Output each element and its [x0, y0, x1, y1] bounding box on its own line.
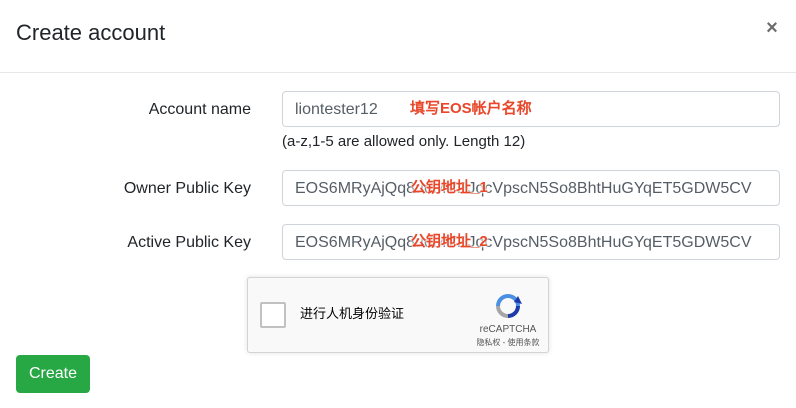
modal-header: Create account ×: [0, 0, 796, 73]
recaptcha-terms-link[interactable]: 隐私权 - 使用条款: [470, 338, 546, 348]
owner-key-input[interactable]: EOS6MRyAjQq8udMVPJqcVpscN5So8BhtHuGYqET5…: [282, 170, 780, 206]
modal-title: Create account: [16, 20, 166, 45]
recaptcha-brand: reCAPTCHA: [479, 324, 537, 335]
recaptcha-widget: 进行人机身份验证 reCAPTCHA 隐私权 - 使用条款: [247, 277, 549, 353]
recaptcha-text: 进行人机身份验证: [300, 306, 405, 321]
account-name-value: liontester12: [295, 101, 378, 118]
owner-key-label: Owner Public Key: [123, 180, 251, 197]
create-account-modal: Create account × Account name liontester…: [0, 0, 796, 408]
owner-key-value: EOS6MRyAjQq8udMVPJqcVpscN5So8BhtHuGYqET5…: [295, 180, 752, 197]
owner-key-annotation: 公钥地址_1: [411, 179, 488, 196]
active-key-label: Active Public Key: [127, 234, 251, 251]
active-key-annotation: 公钥地址_2: [411, 233, 488, 250]
account-name-help: (a-z,1-5 are allowed only. Length 12): [282, 133, 526, 150]
active-key-value: EOS6MRyAjQq8udMVPJqcVpscN5So8BhtHuGYqET5…: [295, 234, 752, 251]
recaptcha-logo-icon: [496, 294, 522, 318]
account-name-label: Account name: [148, 101, 251, 118]
create-button[interactable]: Create: [16, 355, 90, 393]
close-button[interactable]: ×: [764, 18, 780, 38]
recaptcha-checkbox[interactable]: [260, 302, 286, 328]
active-key-input[interactable]: EOS6MRyAjQq8udMVPJqcVpscN5So8BhtHuGYqET5…: [282, 224, 780, 260]
account-name-annotation: 填写EOS帐户名称: [410, 100, 532, 117]
